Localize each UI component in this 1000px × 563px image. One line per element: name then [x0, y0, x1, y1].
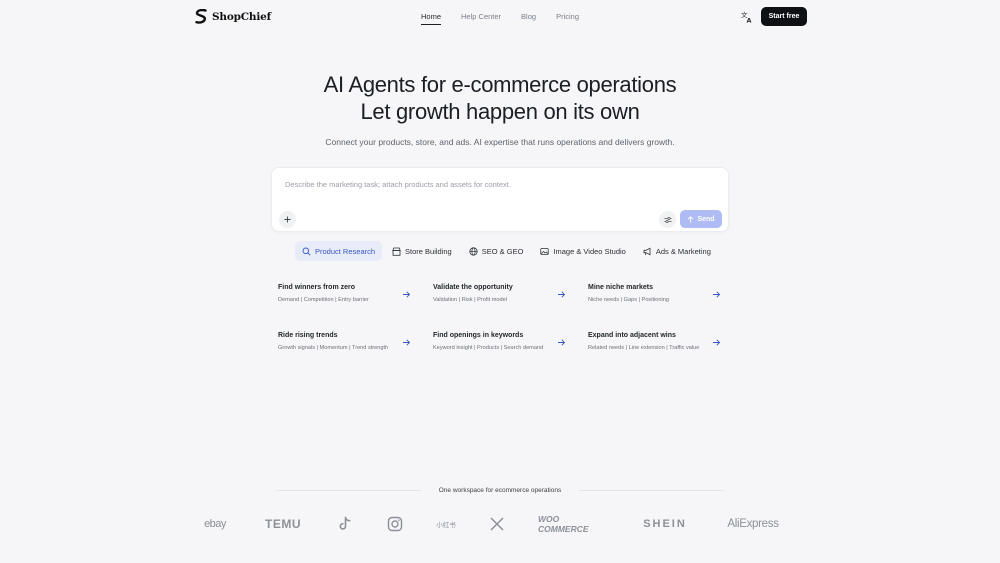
tab-label: Ads & Marketing: [655, 246, 711, 256]
hero-title: AI Agents for e-commerce operations Let …: [0, 71, 1000, 125]
hero-title-line1: AI Agents for e-commerce operations: [323, 72, 677, 97]
arrow-right-icon: [403, 339, 411, 346]
card-title: Find openings in keywords: [433, 332, 524, 339]
nav-blog[interactable]: Blog: [521, 12, 536, 21]
nav-help-center[interactable]: Help Center: [461, 12, 501, 21]
prompt-box: Send: [271, 167, 729, 232]
sliders-icon: [664, 216, 671, 223]
megaphone-icon: [643, 247, 651, 255]
card-title: Ride rising trends: [278, 332, 338, 339]
tab-ads-marketing[interactable]: Ads & Marketing: [636, 241, 718, 261]
card-title: Expand into adjacent wins: [588, 332, 676, 339]
top-header: ShopChief Home Help Center Blog Pricing …: [0, 0, 1000, 34]
plus-icon: [284, 216, 291, 223]
tab-product-research[interactable]: Product Research: [295, 241, 383, 261]
brand-name: ShopChief: [212, 10, 271, 23]
divider-right: [579, 490, 724, 491]
tab-seo-geo[interactable]: SEO & GEO: [462, 241, 531, 261]
globe-icon: [469, 246, 478, 256]
arrow-right-icon: [558, 339, 566, 346]
prompt-card-rising-trends[interactable]: Ride rising trends Growth signals | Mome…: [271, 326, 417, 362]
send-button[interactable]: Send: [680, 210, 722, 228]
tiktok-icon: [339, 516, 351, 530]
prompt-card-find-winners[interactable]: Find winners from zero Demand | Competit…: [271, 278, 417, 314]
arrow-right-icon: [713, 291, 721, 298]
hero-title-line2: Let growth happen on its own: [360, 99, 640, 124]
brand-temu-logo: TEMU: [265, 517, 301, 531]
x-icon: [490, 517, 504, 531]
brand-woocommerce-logo: WOO COMMERCE: [538, 514, 589, 534]
logo-icon: [195, 9, 207, 24]
prompt-card-keyword-openings[interactable]: Find openings in keywords Keyword insigh…: [426, 326, 572, 362]
card-description: Keyword insight | Products | Search dema…: [433, 345, 544, 351]
nav-home[interactable]: Home: [421, 12, 442, 25]
prompt-card-adjacent-wins[interactable]: Expand into adjacent wins Related needs …: [581, 326, 727, 362]
search-icon: [302, 247, 311, 256]
nav-pricing[interactable]: Pricing: [556, 12, 579, 21]
settings-button[interactable]: [659, 211, 676, 228]
card-description: Demand | Competition | Entry barrier: [278, 297, 369, 303]
hero-subtitle: Connect your products, store, and ads. A…: [325, 137, 675, 147]
brand-shein-logo: SHEIN: [643, 518, 687, 530]
brand-ebay-logo: ebay: [204, 518, 226, 530]
tab-label: Image & Video Studio: [553, 246, 626, 256]
tab-label: SEO & GEO: [481, 246, 524, 256]
main-nav: Home Help Center Blog Pricing: [421, 12, 599, 25]
card-description: Niche needs | Gaps | Positioning: [588, 297, 669, 303]
tab-label: Product Research: [315, 246, 376, 256]
attach-button[interactable]: [279, 211, 296, 228]
store-icon: [392, 247, 401, 256]
card-title: Mine niche markets: [588, 284, 653, 291]
card-description: Validation | Risk | Profit model: [433, 297, 507, 303]
brand-aliexpress-logo: AliExpress: [727, 518, 779, 530]
brand-xiaohongshu-logo: 小红书: [436, 521, 456, 529]
card-description: Related needs | Line extension | Traffic…: [588, 345, 700, 351]
workspace-caption: One workspace for ecommerce operations: [438, 487, 562, 494]
arrow-right-icon: [558, 291, 566, 298]
category-tabs: Product Research Store Building SEO & GE…: [295, 241, 721, 261]
start-free-button[interactable]: Start free: [761, 7, 807, 26]
tab-store-building[interactable]: Store Building: [385, 241, 459, 261]
prompt-card-validate-opportunity[interactable]: Validate the opportunity Validation | Ri…: [426, 278, 572, 314]
card-description: Growth signals | Momentum | Trend streng…: [278, 345, 389, 351]
arrow-right-icon: [403, 291, 411, 298]
arrow-right-icon: [713, 339, 721, 346]
translate-icon[interactable]: 文 A: [740, 10, 754, 24]
send-label: Send: [697, 215, 715, 223]
instagram-icon: [387, 516, 403, 532]
logo[interactable]: ShopChief: [195, 9, 271, 24]
tab-image-video-studio[interactable]: Image & Video Studio: [533, 241, 632, 261]
prompt-input[interactable]: [285, 176, 705, 192]
tab-label: Store Building: [405, 246, 452, 256]
image-icon: [540, 247, 550, 255]
prompt-card-mine-niche[interactable]: Mine niche markets Niche needs | Gaps | …: [581, 278, 727, 314]
card-title: Validate the opportunity: [433, 284, 513, 291]
card-title: Find winners from zero: [278, 284, 356, 291]
arrow-up-icon: [688, 215, 694, 222]
svg-text:A: A: [747, 17, 752, 25]
